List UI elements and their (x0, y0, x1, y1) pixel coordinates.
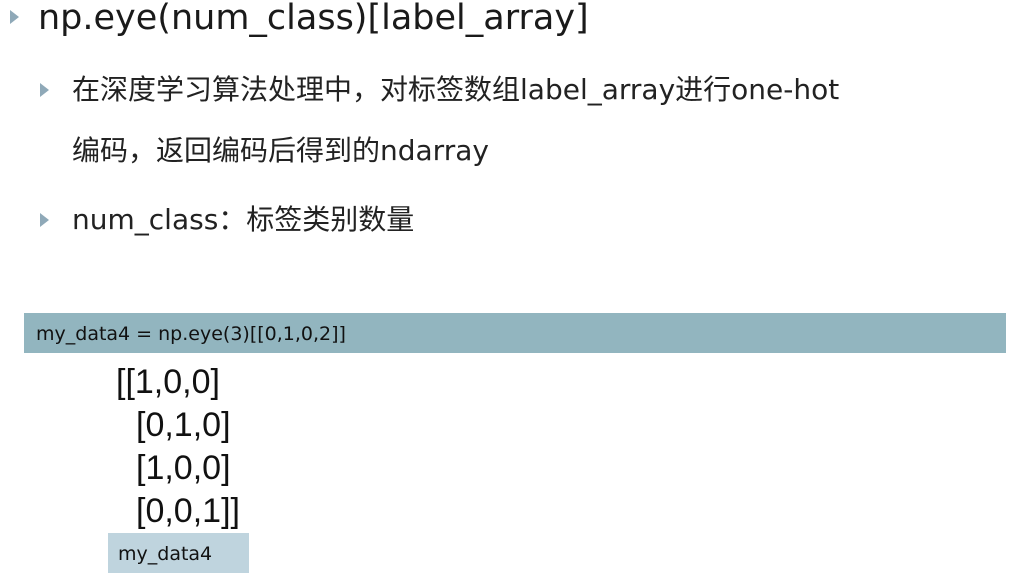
result-row-3: [1,0,0] (136, 449, 231, 487)
slide-heading: np.eye(num_class)[label_array] (38, 0, 589, 38)
result-row-1: [[1,0,0] (116, 363, 220, 401)
bullet-triangle-icon (40, 213, 49, 227)
bullet-triangle-icon (10, 10, 19, 24)
variable-name: my_data4 (118, 543, 213, 565)
slide: np.eye(num_class)[label_array] 在深度学习算法处理… (0, 0, 1009, 574)
bullet-1-line-1: 在深度学习算法处理中，对标签数组label_array进行one-hot (72, 73, 840, 106)
bullet-triangle-icon (40, 83, 49, 97)
code-statement: my_data4 = np.eye(3)[[0,1,0,2]] (36, 323, 346, 345)
bullet-2-line-1: num_class：标签类别数量 (72, 203, 415, 236)
result-row-4: [0,0,1]] (136, 492, 240, 530)
bullet-1-line-2: 编码，返回编码后得到的ndarray (72, 134, 489, 167)
result-row-2: [0,1,0] (136, 406, 231, 444)
